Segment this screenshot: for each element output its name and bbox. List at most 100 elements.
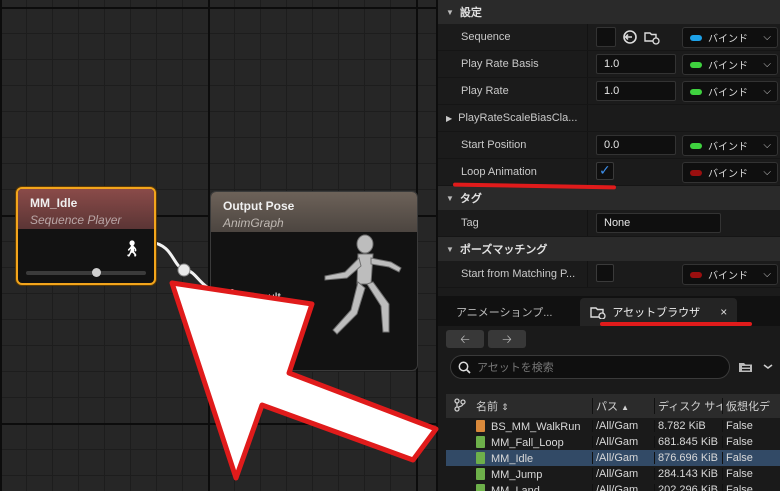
asset-row[interactable]: MM_Land/All/Gam 202.296 KiB False (446, 482, 780, 491)
back-arrow-icon[interactable]: 🡠 (446, 330, 484, 348)
asset-name: BS_MM_WalkRun (491, 420, 581, 433)
result-pin[interactable]: 🚶︎ Result (223, 288, 281, 305)
asset-path: /All/Gam (592, 420, 654, 432)
forward-arrow-icon[interactable]: 🡢 (488, 330, 526, 348)
chevron-down-icon: ⌵ (763, 59, 771, 70)
search-row: アセットを検索 (438, 352, 780, 382)
row-start-from-matching: Start from Matching P... バインド ⌵ (438, 261, 780, 288)
asset-virtualized: False (722, 484, 780, 491)
row-label: Loop Animation (438, 159, 588, 185)
bind-dropdown[interactable]: バインド ⌵ (682, 54, 778, 75)
chevron-down-icon: ⌵ (763, 86, 771, 97)
collapse-arrow-icon[interactable]: ▼ (446, 194, 454, 203)
collapse-arrow-icon[interactable]: ▼ (446, 8, 454, 17)
result-pin-label: Result (246, 289, 281, 304)
bind-dropdown[interactable]: バインド ⌵ (682, 135, 778, 156)
sequence-player-node[interactable]: MM_Idle Sequence Player 🚶︎ (16, 187, 156, 285)
asset-name: MM_Jump (491, 468, 543, 481)
browse-folder-icon[interactable] (644, 29, 660, 45)
asset-virtualized: False (722, 420, 780, 432)
pose-input-pin-icon[interactable]: 🚶︎ (223, 288, 241, 305)
asset-path: /All/Gam (592, 452, 654, 464)
chevron-down-icon: ⌵ (763, 32, 771, 43)
row-label: Start Position (438, 132, 588, 158)
asset-path: /All/Gam (592, 436, 654, 448)
column-name[interactable]: 名前 ⇕ (476, 398, 592, 414)
playback-position-slider[interactable] (26, 268, 146, 277)
asset-rows: BS_MM_WalkRun/All/Gam 8.782 KiB False MM_Fa… (446, 418, 780, 491)
asset-search-input[interactable]: アセットを検索 (450, 355, 730, 379)
column-virtualized[interactable]: 仮想化デ (722, 398, 780, 414)
folder-filter-icon[interactable] (738, 360, 754, 374)
pose-output-pin-icon[interactable]: 🚶︎ (122, 239, 142, 259)
row-label: Tag (438, 210, 588, 236)
slider-knob[interactable] (92, 268, 101, 277)
chevron-down-icon: ⌵ (763, 167, 771, 178)
bind-dropdown[interactable]: バインド ⌵ (682, 162, 778, 183)
node-subtitle: Sequence Player (30, 213, 122, 227)
pin-type-icon (690, 271, 702, 278)
asset-file-icon (476, 451, 485, 464)
node-title: Output Pose (223, 199, 295, 213)
row-start-position: Start Position バインド ⌵ (438, 132, 780, 159)
chevron-down-icon: ⌵ (763, 269, 771, 280)
play-rate-input[interactable] (596, 81, 676, 101)
bind-label: バインド (708, 61, 748, 72)
asset-size: 876.696 KiB (654, 452, 722, 464)
asset-browser-icon (590, 307, 607, 319)
asset-row[interactable]: MM_Idle/All/Gam 876.696 KiB False (446, 450, 780, 466)
bind-dropdown[interactable]: バインド ⌵ (682, 27, 778, 48)
asset-file-icon (476, 419, 485, 432)
column-path[interactable]: パス ▲ (592, 398, 654, 414)
close-icon[interactable]: × (720, 305, 727, 319)
sequence-asset-picker[interactable] (596, 27, 616, 47)
search-placeholder: アセットを検索 (477, 362, 554, 374)
use-selected-icon[interactable] (622, 29, 638, 45)
asset-virtualized: False (722, 436, 780, 448)
asset-row[interactable]: BS_MM_WalkRun/All/Gam 8.782 KiB False (446, 418, 780, 434)
tab-animation-preview[interactable]: アニメーションプ... (438, 298, 580, 326)
asset-row[interactable]: MM_Jump/All/Gam 284.143 KiB False (446, 466, 780, 482)
pin-type-icon (690, 88, 702, 95)
section-pose-matching[interactable]: ▼ ポーズマッチング (438, 237, 780, 261)
section-title: ポーズマッチング (459, 244, 548, 256)
expand-arrow-icon[interactable]: ▶ (446, 114, 452, 123)
source-control-icon[interactable] (446, 397, 476, 415)
settings-dots-icon[interactable] (762, 360, 774, 374)
play-rate-basis-input[interactable] (596, 54, 676, 74)
section-tag[interactable]: ▼ タグ (438, 186, 780, 210)
bind-dropdown[interactable]: バインド ⌵ (682, 81, 778, 102)
row-label: Play Rate Basis (438, 51, 588, 77)
tag-input[interactable] (596, 213, 721, 233)
chevron-down-icon: ⌵ (763, 140, 771, 151)
bind-label: バインド (708, 169, 748, 180)
output-pose-node[interactable]: Output Pose AnimGraph 🚶︎ Result (210, 191, 418, 371)
section-settings[interactable]: ▼ 設定 (438, 0, 780, 24)
row-play-rate-scale-bias[interactable]: ▶ PlayRateScaleBiasCla... (438, 105, 780, 132)
collapse-arrow-icon[interactable]: ▼ (446, 245, 454, 254)
node-title: MM_Idle (30, 196, 78, 210)
section-title: タグ (459, 193, 482, 205)
asset-name: MM_Land (491, 484, 540, 491)
row-label: Start from Matching P... (438, 261, 588, 287)
row-label: Sequence (438, 24, 588, 50)
start-position-input[interactable] (596, 135, 676, 155)
pin-type-icon (690, 34, 702, 41)
asset-list-header: 名前 ⇕ パス ▲ ディスク サイズ 仮想化デ (446, 394, 780, 418)
row-loop-animation: Loop Animation バインド ⌵ (438, 159, 780, 186)
asset-path: /All/Gam (592, 484, 654, 491)
bind-dropdown[interactable]: バインド ⌵ (682, 264, 778, 285)
column-disk-size[interactable]: ディスク サイズ (654, 398, 722, 414)
asset-name: MM_Idle (491, 452, 534, 465)
pin-type-icon (690, 169, 702, 176)
bind-label: バインド (708, 142, 748, 153)
start-from-matching-checkbox[interactable] (596, 264, 614, 282)
bind-label: バインド (708, 34, 748, 45)
bind-label: バインド (708, 88, 748, 99)
loop-animation-checkbox[interactable] (596, 162, 614, 180)
anim-graph-canvas[interactable]: MM_Idle Sequence Player 🚶︎ Output Pose A… (0, 0, 436, 491)
history-nav: 🡠 🡢 (438, 326, 780, 352)
asset-row[interactable]: MM_Fall_Loop/All/Gam 681.845 KiB False (446, 434, 780, 450)
tab-label: アセットブラウザ (612, 307, 701, 319)
search-icon (458, 361, 471, 374)
